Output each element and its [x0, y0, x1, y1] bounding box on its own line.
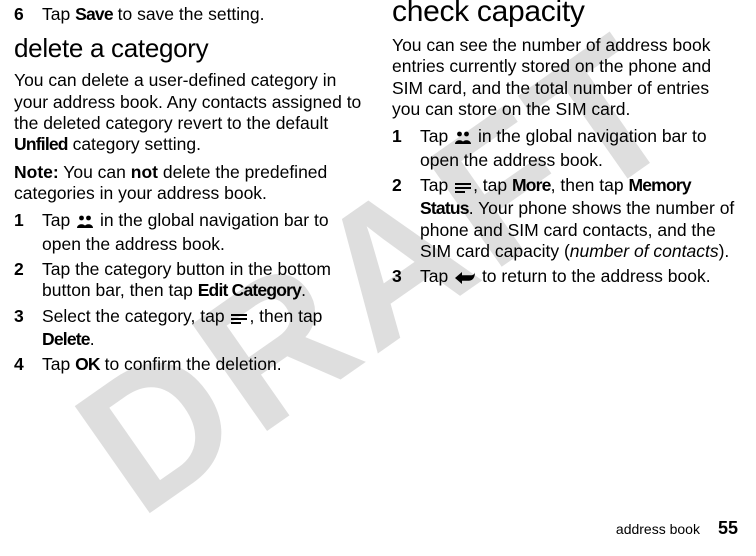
- step-3: 3 Tap to return to the address book.: [392, 266, 742, 289]
- italic-text: number of contacts: [570, 241, 719, 261]
- text: Tap: [42, 4, 75, 24]
- text: Tap: [42, 354, 75, 374]
- contacts-icon: [77, 212, 93, 233]
- step-number: 3: [392, 266, 406, 289]
- step-text: Tap OK to confirm the deletion.: [42, 354, 364, 375]
- step-3: 3 Select the category, tap , then tap De…: [14, 306, 364, 351]
- text: You can: [59, 162, 131, 182]
- text: ).: [719, 241, 730, 261]
- step-1: 1 Tap in the global navigation bar to op…: [14, 210, 364, 255]
- text: Tap: [420, 126, 453, 146]
- step-number: 6: [14, 4, 28, 25]
- step-text: Tap to return to the address book.: [420, 266, 742, 289]
- text: .: [301, 280, 306, 300]
- text: You can delete a user-defined category i…: [14, 70, 361, 133]
- text: category setting.: [68, 134, 201, 154]
- more-label: More: [512, 175, 551, 195]
- note-label: Note:: [14, 162, 59, 182]
- step-2: 2 Tap , tap More, then tap Memory Status…: [392, 175, 742, 262]
- step-text: Tap in the global navigation bar to open…: [420, 126, 742, 171]
- heading-check-capacity: check capacity: [392, 0, 742, 29]
- step-text: Select the category, tap , then tap Dele…: [42, 306, 364, 351]
- text: Tap: [42, 210, 75, 230]
- text: , tap: [473, 175, 512, 195]
- contacts-icon: [455, 128, 471, 149]
- text: Tap: [420, 266, 453, 286]
- step-number: 2: [392, 175, 406, 262]
- step-2: 2 Tap the category button in the bottom …: [14, 259, 364, 302]
- step-4: 4 Tap OK to confirm the deletion.: [14, 354, 364, 375]
- delete-label: Delete: [42, 329, 90, 349]
- step-text: Tap in the global navigation bar to open…: [42, 210, 364, 255]
- note-paragraph: Note: You can not delete the predefined …: [14, 162, 364, 205]
- menu-icon: [455, 177, 471, 198]
- step-text: Tap the category button in the bottom bu…: [42, 259, 364, 302]
- step-number: 4: [14, 354, 28, 375]
- right-column: check capacity You can see the number of…: [392, 0, 742, 547]
- edit-category-label: Edit Category: [198, 280, 301, 300]
- text-bold: not: [131, 162, 158, 182]
- back-arrow-icon: [455, 268, 475, 289]
- save-label: Save: [75, 4, 113, 24]
- menu-icon: [231, 308, 247, 329]
- step-6: 6 Tap Save to save the setting.: [14, 4, 364, 25]
- intro-paragraph: You can see the number of address book e…: [392, 35, 742, 120]
- step-number: 1: [392, 126, 406, 171]
- step-number: 3: [14, 306, 28, 351]
- page-content: 6 Tap Save to save the setting. delete a…: [0, 0, 756, 547]
- text: to confirm the deletion.: [100, 354, 282, 374]
- heading-delete-category: delete a category: [14, 33, 364, 64]
- text: Tap: [420, 175, 453, 195]
- text: , then tap: [249, 306, 322, 326]
- step-number: 1: [14, 210, 28, 255]
- step-text: Tap , tap More, then tap Memory Status. …: [420, 175, 742, 262]
- step-1: 1 Tap in the global navigation bar to op…: [392, 126, 742, 171]
- step-text: Tap Save to save the setting.: [42, 4, 364, 25]
- ok-label: OK: [75, 354, 100, 374]
- step-number: 2: [14, 259, 28, 302]
- text: to save the setting.: [113, 4, 265, 24]
- unfiled-label: Unfiled: [14, 134, 68, 154]
- text: Select the category, tap: [42, 306, 229, 326]
- left-column: 6 Tap Save to save the setting. delete a…: [14, 0, 364, 547]
- text: to return to the address book.: [477, 266, 710, 286]
- text: , then tap: [551, 175, 629, 195]
- intro-paragraph: You can delete a user-defined category i…: [14, 70, 364, 155]
- text: .: [90, 329, 95, 349]
